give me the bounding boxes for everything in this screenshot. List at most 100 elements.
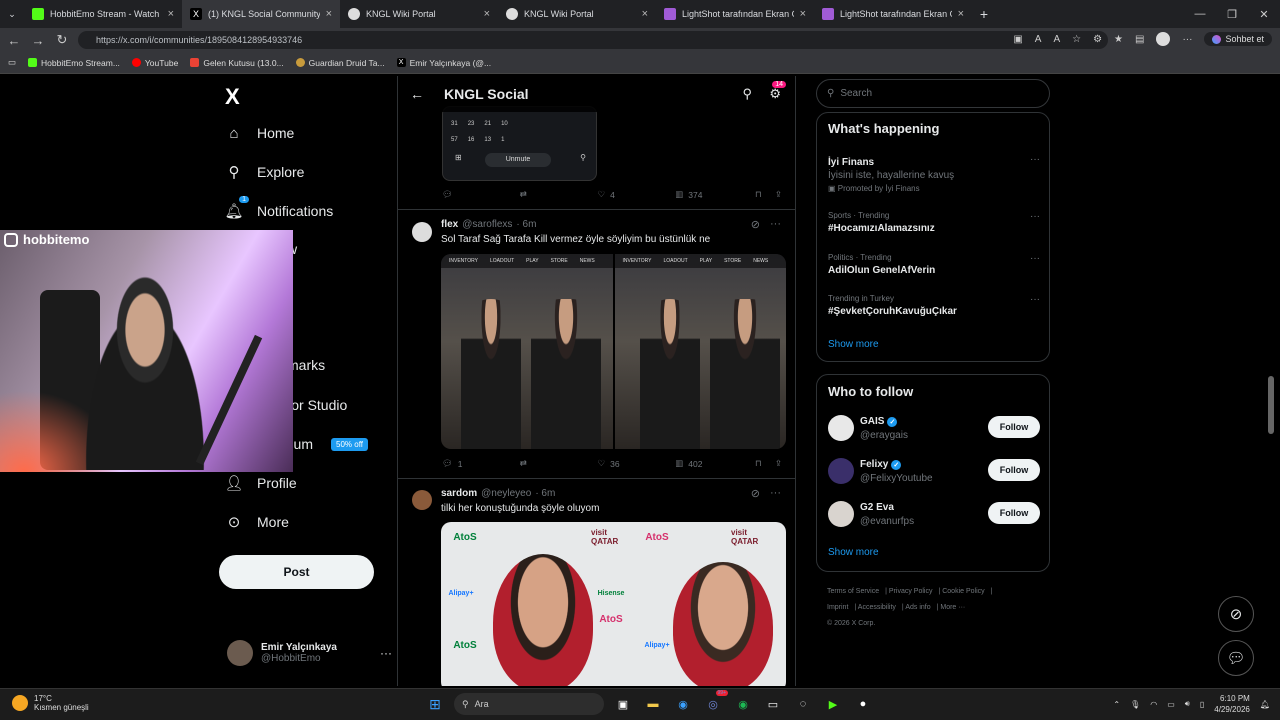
follow-suggestion[interactable]: GAIS ✓ @eraygais Follow — [828, 413, 1040, 443]
wifi-icon[interactable]: ◠ — [1150, 700, 1157, 709]
trend-item[interactable]: Trending in Turkey #ŞevketÇoruhKavuğuÇık… — [828, 294, 1040, 317]
gift-icon[interactable]: ⊞ — [455, 153, 462, 162]
footer-link[interactable]: Cookie Policy — [942, 588, 984, 595]
post-button[interactable]: Post — [219, 555, 374, 589]
post-author-handle[interactable]: @saroflexs — [462, 219, 512, 230]
url-field[interactable]: https://x.com/i/communities/189508412895… — [78, 31, 1108, 49]
tab-menu-button[interactable]: ⌄ — [0, 0, 24, 28]
spotify-icon[interactable]: ◉ — [732, 693, 754, 715]
share-button[interactable]: ⇪ — [775, 458, 782, 469]
more-dots-icon[interactable]: ··· — [770, 218, 781, 231]
footer-link[interactable]: Privacy Policy — [889, 588, 933, 595]
more-dots-icon[interactable]: ··· — [1030, 294, 1040, 305]
bookmark-folder-icon[interactable]: ▭ — [8, 57, 16, 68]
browser-tab[interactable]: HobbitEmo Stream - Watch Live o × — [24, 0, 182, 28]
follow-button[interactable]: Follow — [988, 459, 1040, 481]
show-more-link[interactable]: Show more — [828, 339, 879, 350]
browser-tab-active[interactable]: X (1) KNGL Social Community / X × — [182, 0, 340, 28]
steam-icon[interactable]: ◌ — [792, 693, 814, 715]
avatar[interactable] — [412, 490, 432, 510]
scrollbar-thumb[interactable] — [1268, 376, 1274, 434]
more-dots-icon[interactable]: ··· — [770, 487, 781, 500]
windows-start-icon[interactable]: ⊞ — [424, 693, 446, 715]
copilot-chat-button[interactable]: Sohbet et — [1204, 32, 1272, 47]
show-more-link[interactable]: Show more — [828, 547, 879, 558]
like-button[interactable]: ♡ 36 — [597, 458, 675, 469]
more-dots-icon[interactable]: ··· — [1030, 253, 1040, 264]
extensions-icon[interactable]: ⚙ — [1093, 34, 1102, 45]
messages-button[interactable]: 💬︎ — [1218, 640, 1254, 676]
post-image-grid[interactable]: INVENTORY LOADOUT PLAY STORE NEWS INVENT… — [441, 254, 786, 449]
favorite-star-icon[interactable]: ☆ — [1072, 34, 1081, 45]
notification-bell-icon[interactable]: 🔔︎ — [1260, 700, 1270, 709]
browser-tab[interactable]: KNGL Wiki Portal × — [340, 0, 498, 28]
close-tab-icon[interactable]: × — [642, 8, 648, 20]
bookmark-item[interactable]: X Emir Yalçınkaya (@... — [396, 58, 491, 68]
task-view-icon[interactable]: ▣ — [612, 693, 634, 715]
file-explorer-icon[interactable]: ▬ — [642, 693, 664, 715]
trend-item[interactable]: Sports · Trending #HocamızıAlamazsınız ·… — [828, 211, 1040, 234]
footer-link[interactable]: Accessibility — [858, 604, 896, 611]
nav-profile[interactable]: 👤︎ Profile — [224, 474, 296, 492]
follow-suggestion[interactable]: G2 Eva @evanurfps Follow — [828, 499, 1040, 529]
browser-tab[interactable]: LightShot tarafından Ekran Görünt × — [656, 0, 814, 28]
browser-tab[interactable]: KNGL Wiki Portal × — [498, 0, 656, 28]
back-arrow-icon[interactable]: ← — [410, 86, 424, 102]
post-time[interactable]: · 6m — [516, 219, 536, 230]
search-icon[interactable]: ⚲ — [742, 86, 752, 102]
follow-button[interactable]: Follow — [988, 416, 1040, 438]
post-image[interactable]: INVENTORY LOADOUT PLAY STORE NEWS — [614, 254, 786, 449]
trend-item[interactable]: İyi Finans İyisini iste, hayallerine kav… — [828, 154, 1040, 193]
display-icon[interactable]: ▭ — [1167, 700, 1175, 709]
close-tab-icon[interactable]: × — [958, 8, 964, 20]
close-window-icon[interactable]: ✕ — [1248, 0, 1280, 28]
post-time[interactable]: · 6m — [535, 488, 555, 499]
bookmark-item[interactable]: Gelen Kutusu (13.0... — [190, 58, 284, 68]
post-media-embed[interactable]: 31 23 21 10 57 16 13 1 ⊞ Unmute ⚲ — [442, 106, 597, 181]
edge-icon[interactable]: ◉ — [672, 693, 694, 715]
page-scrollbar[interactable] — [1268, 76, 1274, 686]
weather-widget[interactable]: 17°C Kısmen güneşli — [12, 694, 89, 712]
speaker-icon[interactable]: 🔊︎ — [1185, 699, 1190, 709]
grok-icon[interactable]: ⊘ — [751, 487, 760, 500]
footer-link[interactable]: Imprint — [827, 604, 848, 611]
nav-more[interactable]: ⊙ More — [225, 513, 289, 531]
share-button[interactable]: ⇪ — [775, 189, 782, 200]
reply-button[interactable]: 💬︎ — [442, 189, 520, 200]
terminal-icon[interactable]: ▭ — [762, 693, 784, 715]
app-icon[interactable]: ▣ — [1013, 34, 1022, 45]
footer-link[interactable]: Ads info — [905, 604, 930, 611]
nav-notifications[interactable]: 🔔︎ 1 Notifications — [224, 196, 333, 220]
discord-icon[interactable]: ◎ 99+ — [702, 690, 728, 715]
read-aloud-icon[interactable]: A — [1053, 34, 1060, 45]
post-author-name[interactable]: flex — [441, 219, 458, 230]
grok-icon[interactable]: ⊘ — [751, 218, 760, 231]
nav-explore[interactable]: ⚲ Explore — [225, 163, 305, 181]
views-button[interactable]: ▥ 402 — [675, 458, 755, 469]
reply-button[interactable]: 💬︎ 1 — [442, 458, 520, 469]
bookmark-item[interactable]: Guardian Druid Ta... — [295, 58, 385, 68]
close-tab-icon[interactable]: × — [800, 8, 806, 20]
taskbar-search[interactable]: ⚲ Ara — [454, 693, 604, 715]
bookmark-button[interactable]: ⊓ — [755, 458, 775, 469]
close-tab-icon[interactable]: × — [326, 8, 332, 20]
collections-icon[interactable]: ▤ — [1135, 34, 1144, 45]
footer-link[interactable]: Terms of Service — [827, 588, 879, 595]
favorites-icon[interactable]: ★ — [1114, 34, 1123, 45]
clock[interactable]: 6:10 PM 4/29/2026 — [1214, 693, 1250, 715]
browser-tab[interactable]: LightShot tarafından Ekran Görünt × — [814, 0, 972, 28]
new-tab-button[interactable]: + — [972, 0, 996, 28]
post-image[interactable]: INVENTORY LOADOUT PLAY STORE NEWS — [441, 254, 613, 449]
bookmark-button[interactable]: ⊓ — [755, 189, 775, 200]
grok-button[interactable]: ⊘ — [1218, 596, 1254, 632]
follow-suggestion[interactable]: Felixy ✓ @FelixyYoutube Follow — [828, 456, 1040, 486]
microphone-icon[interactable]: 🎙︎ — [1130, 700, 1140, 709]
battery-icon[interactable]: ▯ — [1200, 700, 1204, 709]
follow-button[interactable]: Follow — [988, 502, 1040, 524]
gear-icon[interactable]: ⚙ — [769, 86, 781, 102]
translate-icon[interactable]: A — [1035, 34, 1042, 45]
like-button[interactable]: ♡ 4 — [597, 189, 675, 200]
bookmark-item[interactable]: YouTube — [131, 58, 178, 68]
views-button[interactable]: ▥ 374 — [675, 189, 755, 200]
search-input[interactable]: ⚲ Search — [816, 79, 1050, 108]
